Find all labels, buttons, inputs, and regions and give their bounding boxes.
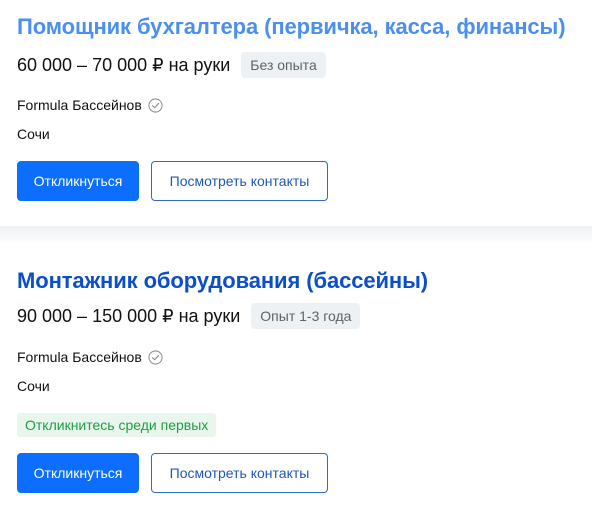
company-row: Formula Бассейнов <box>17 349 163 365</box>
company-name[interactable]: Formula Бассейнов <box>17 97 142 113</box>
view-contacts-button[interactable]: Посмотреть контакты <box>151 161 328 201</box>
respond-button[interactable]: Откликнуться <box>17 161 139 201</box>
company-row: Formula Бассейнов <box>17 97 163 113</box>
vacancy-title[interactable]: Монтажник оборудования (бассейны) <box>17 268 428 294</box>
respond-first-badge: Откликнитесь среди первых <box>17 413 217 437</box>
check-circle-icon <box>148 349 163 365</box>
vacancy-card-1: Помощник бухгалтера (первичка, касса, фи… <box>0 0 592 226</box>
card-divider <box>0 226 592 244</box>
experience-badge: Опыт 1-3 года <box>251 303 361 329</box>
experience-badge: Без опыта <box>241 52 326 78</box>
salary-row: 90 000 – 150 000 ₽ на руки Опыт 1-3 года <box>17 303 361 329</box>
company-name[interactable]: Formula Бассейнов <box>17 349 142 365</box>
salary-row: 60 000 – 70 000 ₽ на руки Без опыта <box>17 52 326 78</box>
city: Сочи <box>17 378 50 394</box>
salary: 90 000 – 150 000 ₽ на руки <box>17 305 241 326</box>
view-contacts-button[interactable]: Посмотреть контакты <box>151 453 328 493</box>
vacancy-card-2: Монтажник оборудования (бассейны) 90 000… <box>0 244 592 506</box>
check-circle-icon <box>148 97 163 113</box>
respond-button[interactable]: Откликнуться <box>17 453 139 493</box>
salary: 60 000 – 70 000 ₽ на руки <box>17 54 231 75</box>
vacancy-title[interactable]: Помощник бухгалтера (первичка, касса, фи… <box>17 14 566 40</box>
city: Сочи <box>17 126 50 142</box>
